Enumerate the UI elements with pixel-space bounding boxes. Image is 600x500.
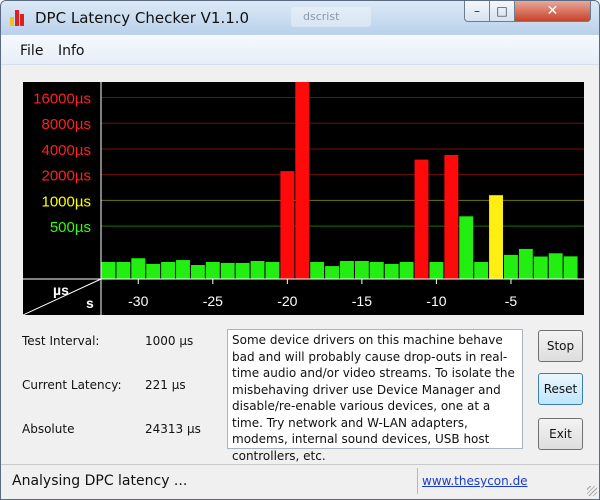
background-window-tab: dscrist (291, 7, 371, 27)
latency-bar (414, 159, 429, 279)
latency-bar (146, 263, 161, 279)
stop-button[interactable]: Stop (538, 330, 583, 362)
current-latency-label: Current Latency: (22, 378, 122, 392)
y-unit-label: µs (53, 282, 69, 298)
menu-bar: File Info (1, 35, 599, 65)
y-tick-label: 4000µs (41, 142, 91, 159)
reset-button[interactable]: Reset (538, 373, 583, 405)
latency-bar (235, 262, 250, 279)
latency-bar (429, 261, 444, 279)
latency-bar (459, 216, 474, 279)
latency-bar (518, 248, 533, 279)
status-divider (417, 468, 418, 494)
latency-bar (340, 260, 354, 279)
latency-bar (444, 154, 459, 279)
maximize-button[interactable]: □ (489, 1, 515, 22)
latency-bar (116, 261, 131, 279)
app-window: DPC Latency Checker V1.1.0 dscrist – □ ✕… (0, 0, 600, 500)
absolute-label: Absolute (22, 422, 75, 436)
latency-bar (548, 253, 563, 279)
latency-bar (161, 261, 176, 279)
x-tick-label: -30 (128, 293, 148, 309)
latency-bar (205, 261, 220, 279)
latency-bar (369, 261, 384, 279)
latency-bar (280, 171, 295, 279)
x-tick-label: -25 (203, 293, 223, 309)
status-text: Analysing DPC latency ... (12, 473, 188, 489)
app-icon (10, 10, 28, 26)
latency-bar (131, 258, 146, 279)
title-bar[interactable]: DPC Latency Checker V1.1.0 dscrist – □ ✕ (1, 1, 599, 35)
latency-chart-svg: 16000µs 8000µs 4000µs 2000µs 1000µs 500µs -30 -… (23, 82, 584, 315)
x-unit-label: s (86, 295, 94, 311)
window-title: DPC Latency Checker V1.1.0 (35, 9, 250, 27)
latency-bar (101, 261, 116, 279)
latency-bar (489, 195, 503, 279)
latency-bar (325, 266, 340, 279)
diagnostic-message: Some device drivers on this machine beha… (227, 329, 523, 463)
latency-bar (354, 260, 369, 279)
y-tick-label: 16000µs (33, 91, 91, 108)
latency-chart: 16000µs 8000µs 4000µs 2000µs 1000µs 500µs -30 -… (23, 82, 584, 315)
x-tick-label: -15 (352, 293, 372, 309)
minimize-button[interactable]: – (464, 1, 490, 22)
resize-grip[interactable] (587, 486, 597, 496)
y-tick-label: 8000µs (41, 116, 91, 133)
y-tick-label: 2000µs (41, 168, 91, 185)
website-link[interactable]: www.thesycon.de (422, 474, 528, 488)
y-tick-label: 1000µs (41, 193, 91, 210)
absolute-value: 24313 µs (145, 422, 201, 436)
latency-bar (176, 260, 190, 279)
x-tick-label: -20 (277, 293, 297, 309)
exit-button[interactable]: Exit (538, 418, 583, 450)
latency-bar (474, 261, 489, 279)
status-bar: Analysing DPC latency ... www.thesycon.d… (1, 464, 599, 498)
latency-bar (504, 254, 518, 279)
latency-bar (563, 256, 578, 279)
latency-bar (220, 262, 235, 279)
x-tick-label: -10 (426, 293, 446, 309)
latency-bar (384, 263, 399, 279)
latency-bar (250, 260, 265, 279)
test-interval-value: 1000 µs (145, 334, 194, 348)
menu-info[interactable]: Info (58, 43, 85, 59)
latency-bar (533, 256, 548, 279)
latency-bar (310, 261, 325, 279)
current-latency-value: 221 µs (145, 378, 186, 392)
latency-bar (190, 265, 205, 279)
latency-bar (295, 82, 310, 279)
menu-file[interactable]: File (20, 43, 43, 59)
y-tick-label: 500µs (50, 219, 91, 236)
test-interval-label: Test Interval: (22, 334, 100, 348)
latency-bar (265, 261, 280, 279)
latency-bar (399, 261, 414, 279)
close-button[interactable]: ✕ (514, 1, 591, 22)
x-tick-label: -5 (505, 293, 518, 309)
